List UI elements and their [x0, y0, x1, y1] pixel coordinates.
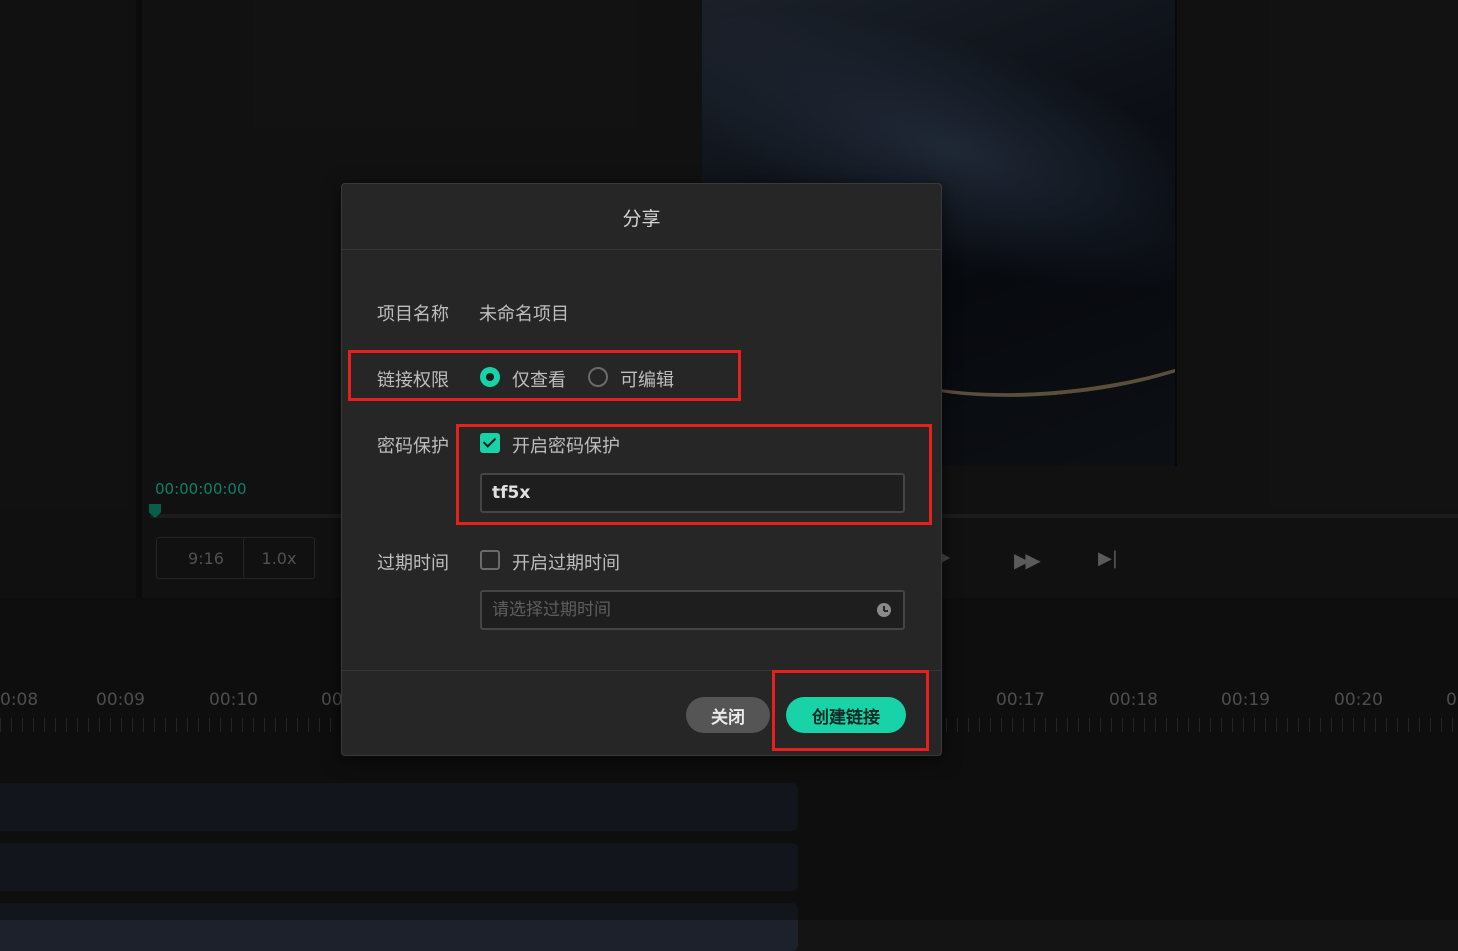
permission-label: 链接权限: [377, 370, 449, 391]
divider: [342, 249, 941, 250]
radio-editable-label[interactable]: 可编辑: [620, 366, 674, 392]
radio-editable[interactable]: [588, 367, 608, 387]
radio-view-only-label[interactable]: 仅查看: [512, 366, 566, 392]
expiry-label: 过期时间: [377, 553, 449, 574]
radio-view-only[interactable]: [480, 367, 500, 387]
project-name-label: 项目名称: [377, 304, 449, 325]
password-checkbox-label[interactable]: 开启密码保护: [512, 432, 620, 458]
close-button[interactable]: 关闭: [686, 697, 770, 733]
create-link-button[interactable]: 创建链接: [786, 697, 906, 733]
password-checkbox[interactable]: [480, 433, 500, 453]
clock-icon[interactable]: [877, 603, 891, 617]
password-label: 密码保护: [377, 436, 449, 457]
expiry-time-input[interactable]: [480, 590, 905, 630]
expiry-checkbox-label[interactable]: 开启过期时间: [512, 549, 620, 575]
password-input[interactable]: [480, 473, 905, 513]
share-dialog: 分享 项目名称 未命名项目 链接权限 仅查看 可编辑 密码保护 开启密码保护 过…: [341, 183, 942, 756]
expiry-checkbox[interactable]: [480, 550, 500, 570]
project-name-value: 未命名项目: [479, 304, 569, 325]
divider: [342, 670, 941, 671]
dialog-title: 分享: [622, 208, 661, 230]
